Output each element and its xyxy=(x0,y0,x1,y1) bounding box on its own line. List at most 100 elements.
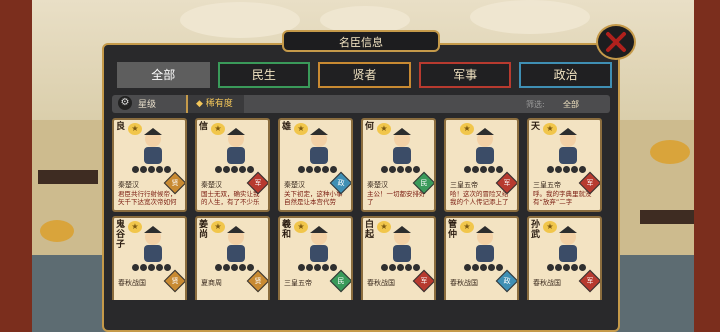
star-icon xyxy=(555,166,562,173)
portrait xyxy=(310,226,328,262)
star-icon xyxy=(164,166,171,173)
portrait xyxy=(227,128,245,164)
gear-icon[interactable]: ⚙ xyxy=(118,96,132,110)
minister-card[interactable]: 白起 ★ 春秋战国 军 xyxy=(361,216,436,300)
portrait xyxy=(227,226,245,262)
minister-name: 羲和 xyxy=(282,220,292,240)
badge-label: 政 xyxy=(503,277,511,285)
star-icon xyxy=(464,264,471,271)
star-icon xyxy=(148,264,155,271)
star-icon xyxy=(381,166,388,173)
portrait xyxy=(310,128,328,164)
category-badge: 政 xyxy=(495,269,517,293)
star-icon xyxy=(381,264,388,271)
star-icon xyxy=(215,166,222,173)
star-icon xyxy=(488,264,495,271)
minister-card[interactable]: 雄 ★ 秦楚汉 关下初定，这种小事自然是让本宫代劳 政 xyxy=(278,118,353,212)
star-icon xyxy=(397,264,404,271)
minister-card[interactable]: 羲和 ★ 三皇五帝 民 xyxy=(278,216,353,300)
minister-card[interactable]: 姜尚 ★ 夏商周 贤 xyxy=(195,216,270,300)
star-rating xyxy=(215,264,254,271)
badge-label: 贤 xyxy=(171,179,179,187)
category-badge: 民 xyxy=(329,269,351,293)
minister-card[interactable]: 鬼谷子 ★ 春秋战国 贤 xyxy=(112,216,187,300)
star-icon xyxy=(472,264,479,271)
minister-card[interactable]: 管仲 ★ 春秋战国 政 xyxy=(444,216,519,300)
close-button[interactable] xyxy=(596,24,636,60)
star-icon xyxy=(306,264,313,271)
star-icon xyxy=(547,264,554,271)
portrait xyxy=(476,226,494,262)
portrait xyxy=(393,226,411,262)
minister-name: 管仲 xyxy=(448,220,458,240)
star-icon xyxy=(571,264,578,271)
minister-name: 雄 xyxy=(282,122,292,132)
minister-name: 信 xyxy=(199,122,209,132)
badge-label: 民 xyxy=(337,277,345,285)
tab-military[interactable]: 军事 xyxy=(418,62,512,88)
minister-name: 良 xyxy=(116,122,126,132)
star-icon xyxy=(132,264,139,271)
tab-all[interactable]: 全部 xyxy=(117,62,210,88)
star-icon xyxy=(164,264,171,271)
rarity-sort-button[interactable]: ◆ 稀有度 xyxy=(186,95,244,113)
tree xyxy=(40,220,74,242)
minister-card[interactable]: ★ 三皇五帝 哈！这次的冒险又给我的个人传记添上了 军 xyxy=(444,118,519,212)
roof xyxy=(38,170,98,184)
badge-label: 民 xyxy=(420,179,428,187)
star-icon xyxy=(488,166,495,173)
star-rating xyxy=(464,264,503,271)
star-rating xyxy=(547,264,586,271)
badge-label: 军 xyxy=(420,277,428,285)
star-rating xyxy=(298,264,337,271)
portrait xyxy=(559,128,577,164)
star-icon xyxy=(239,264,246,271)
star-rating xyxy=(547,166,586,173)
star-rating xyxy=(381,166,420,173)
star-icon xyxy=(496,166,503,173)
tab-politics[interactable]: 政治 xyxy=(519,62,612,88)
minister-origin: 春秋战国 xyxy=(118,279,146,287)
minister-name: 何 xyxy=(365,122,375,132)
badge-label: 军 xyxy=(503,179,511,187)
minister-name: 白起 xyxy=(365,220,375,240)
star-icon xyxy=(464,166,471,173)
star-icon xyxy=(322,166,329,173)
star-rating xyxy=(215,166,254,173)
star-icon xyxy=(330,264,337,271)
minister-card[interactable]: 天 ★ 三皇五帝 呼。我的字典里就没有“放弃”二字 军 xyxy=(527,118,602,212)
category-badge: 贤 xyxy=(163,269,185,293)
minister-card[interactable]: 信 ★ 秦楚汉 国士无双，确实让我的人生，有了不少乐 军 xyxy=(195,118,270,212)
star-filter-label[interactable]: 星级 xyxy=(138,97,156,110)
star-icon xyxy=(132,166,139,173)
star-icon xyxy=(231,264,238,271)
star-rating xyxy=(132,264,171,271)
star-icon xyxy=(231,166,238,173)
star-icon xyxy=(298,166,305,173)
badge-label: 贤 xyxy=(254,277,262,285)
tab-sage[interactable]: 贤者 xyxy=(318,62,411,88)
badge-label: 军 xyxy=(254,179,262,187)
minister-origin: 秦楚汉 xyxy=(367,181,388,189)
star-icon xyxy=(555,264,562,271)
star-icon xyxy=(223,166,230,173)
star-icon xyxy=(322,264,329,271)
minister-card[interactable]: 孙武 ★ 春秋战国 军 xyxy=(527,216,602,300)
badge-label: 贤 xyxy=(171,277,179,285)
tab-livelihood[interactable]: 民生 xyxy=(217,62,311,88)
filter-right-value[interactable]: 全部 xyxy=(563,99,579,110)
star-icon xyxy=(563,166,570,173)
minister-grid: 良 ★ 秦楚汉 君臣共行行射候帝，矢千下达宽次帝如何 贤 信 ★ 秦楚汉 国士无… xyxy=(112,116,608,300)
minister-origin: 春秋战国 xyxy=(367,279,395,287)
minister-card[interactable]: 良 ★ 秦楚汉 君臣共行行射候帝，矢千下达宽次帝如何 贤 xyxy=(112,118,187,212)
rarity-sort-label: 稀有度 xyxy=(205,99,233,109)
minister-origin: 三皇五帝 xyxy=(450,181,478,189)
star-icon xyxy=(247,166,254,173)
portrait xyxy=(393,128,411,164)
star-icon xyxy=(563,264,570,271)
cloud xyxy=(470,0,590,34)
minister-origin: 三皇五帝 xyxy=(284,279,312,287)
minister-card[interactable]: 何 ★ 秦楚汉 主公！一切都安排好了 民 xyxy=(361,118,436,212)
minister-name: 天 xyxy=(531,122,541,132)
star-icon xyxy=(579,166,586,173)
